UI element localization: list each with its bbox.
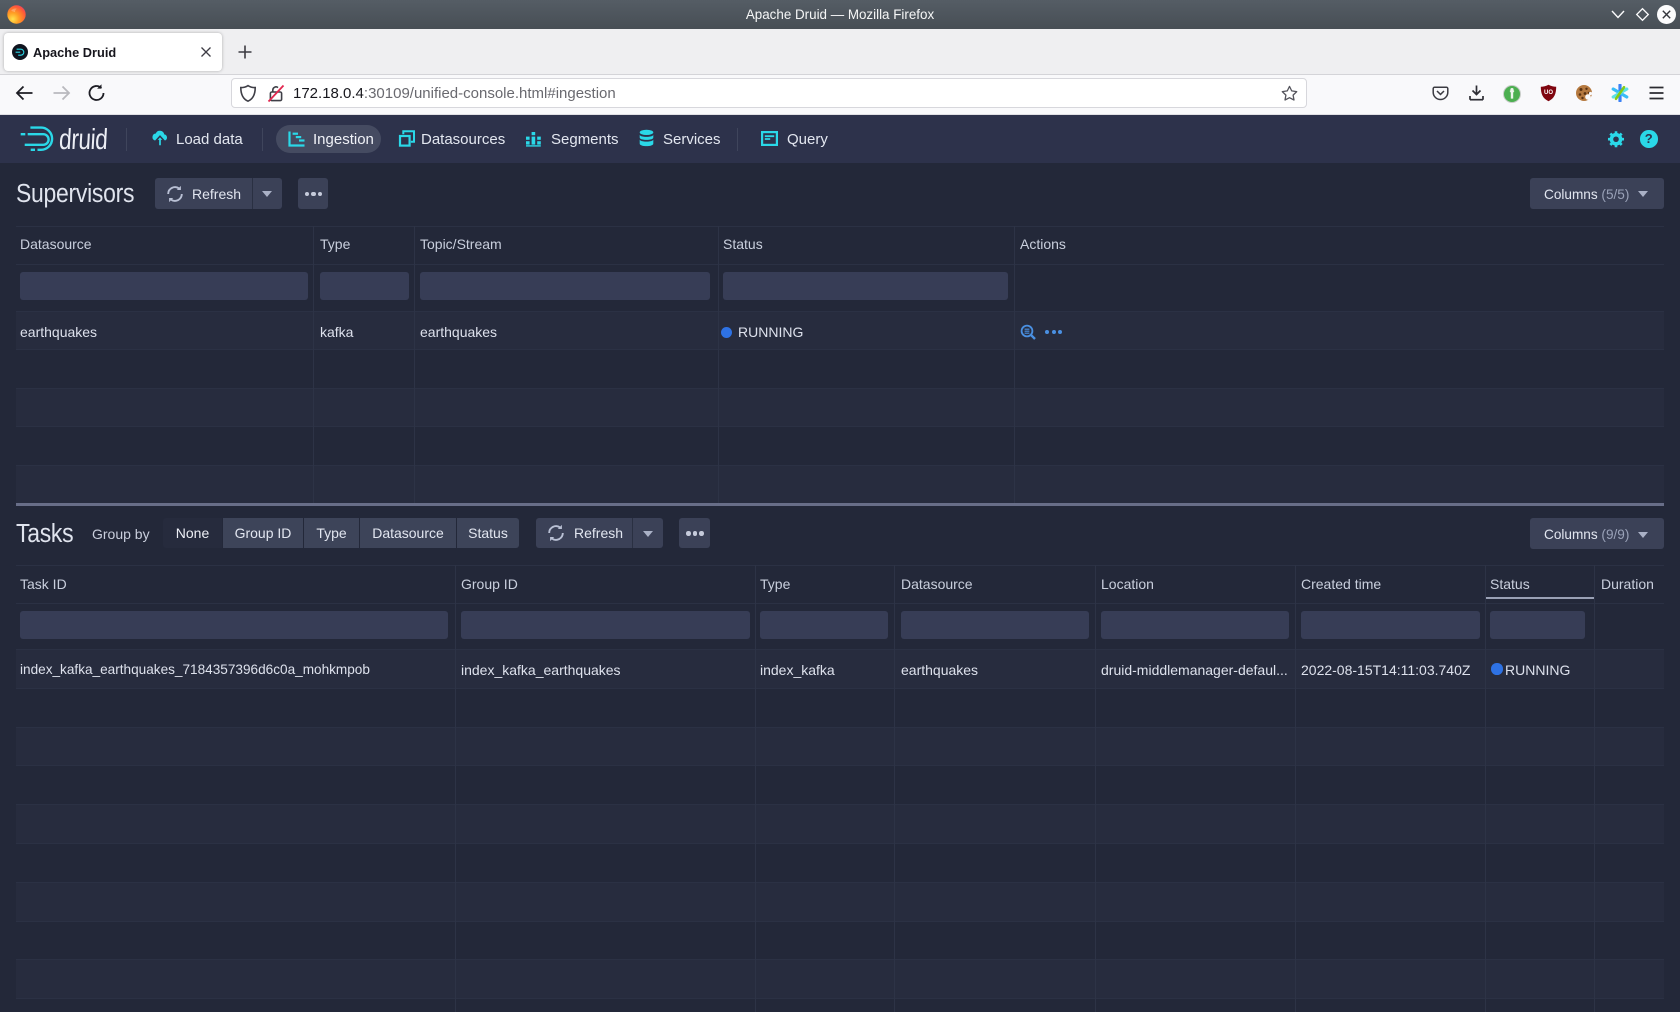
svg-text:UO: UO bbox=[1544, 90, 1553, 96]
